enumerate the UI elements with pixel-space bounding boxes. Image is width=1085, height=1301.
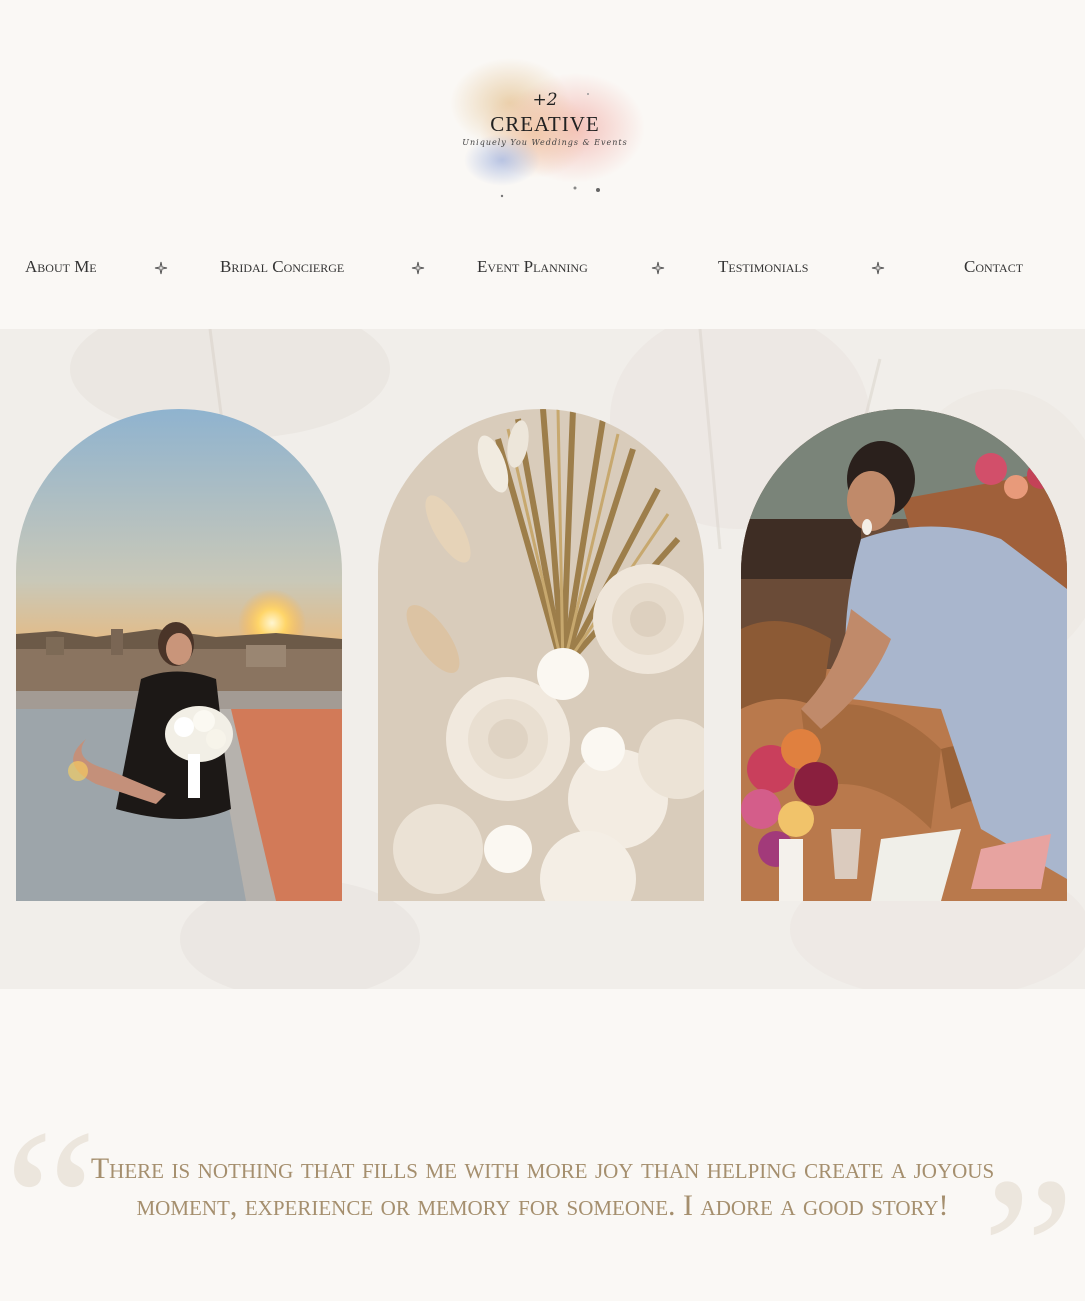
four-point-star-icon	[154, 261, 168, 275]
dried-flowers-bouquet-photo	[378, 409, 704, 901]
hero-gallery	[0, 329, 1085, 989]
planner-setting-table-photo	[741, 409, 1067, 901]
nav-item-bridal-concierge[interactable]: Bridal Concierge	[220, 257, 344, 277]
logo-tagline: Uniquely You Weddings & Events	[462, 138, 628, 147]
logo[interactable]: +2 CREATIVE Uniquely You Weddings & Even…	[440, 48, 650, 204]
nav-item-contact[interactable]: Contact	[964, 257, 1023, 277]
four-point-star-icon	[651, 261, 665, 275]
nav-item-about-me[interactable]: About Me	[25, 257, 97, 277]
logo-title: CREATIVE	[490, 112, 600, 136]
logo-mark: +2	[532, 90, 558, 110]
bride-sunset-rooftop-photo	[16, 409, 342, 901]
main-nav: About Me Bridal Concierge Event Planning…	[0, 257, 1085, 285]
nav-item-event-planning[interactable]: Event Planning	[477, 257, 588, 277]
testimonial-quote: There is nothing that fills me with more…	[90, 1152, 995, 1222]
four-point-star-icon	[871, 261, 885, 275]
four-point-star-icon	[411, 261, 425, 275]
nav-item-testimonials[interactable]: Testimonials	[718, 257, 808, 277]
